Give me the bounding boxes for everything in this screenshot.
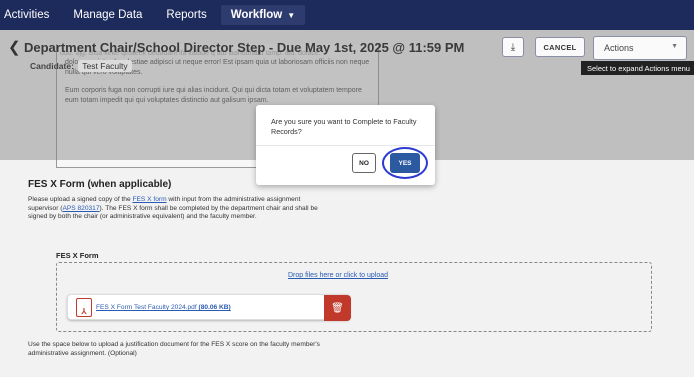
uploaded-file-link[interactable]: FES X Form Test Faculty 2024.pdf (80.06 … xyxy=(96,304,231,311)
section-title: FES X Form (when applicable) xyxy=(28,179,172,190)
download-button[interactable]: ⤓ xyxy=(502,37,524,57)
form-label: FES X Form xyxy=(56,251,99,260)
nav-workflow[interactable]: Workflow ▼ xyxy=(220,5,306,25)
aps-link[interactable]: APS 820317 xyxy=(62,205,99,212)
file-name: FES X Form Test Faculty 2024.pdf xyxy=(96,304,199,311)
nav-manage-data[interactable]: Manage Data xyxy=(61,0,154,30)
actions-dropdown[interactable]: Actions ▼ xyxy=(593,36,687,60)
candidate-name: Test Faculty xyxy=(78,60,132,72)
uploaded-file-card: ⅄ FES X Form Test Faculty 2024.pdf (80.0… xyxy=(67,294,351,321)
candidate-row: Candidate: Test Faculty xyxy=(30,60,132,72)
justification-description: Use the space below to upload a justific… xyxy=(28,341,320,357)
back-chevron-icon[interactable]: ❮ xyxy=(8,38,21,56)
page-title: Department Chair/School Director Step - … xyxy=(24,40,465,55)
nav-activities[interactable]: Activities xyxy=(0,0,61,30)
cancel-button[interactable]: CANCEL xyxy=(535,37,585,57)
fes-x-form-link[interactable]: FES X form xyxy=(132,196,166,203)
confirm-message: Are you sure you want to Complete to Fac… xyxy=(271,117,417,136)
drop-upload-link[interactable]: Drop files here or click to upload xyxy=(288,272,388,279)
actions-label: Actions xyxy=(604,43,634,53)
page-content: dolor eveniet vel molestiae adipisci ut … xyxy=(0,30,694,377)
delete-file-button[interactable]: 🗑 xyxy=(324,295,351,321)
dialog-divider xyxy=(256,145,435,146)
trash-icon: 🗑 xyxy=(331,302,344,314)
candidate-label: Candidate: xyxy=(30,61,74,71)
nav-workflow-label: Workflow xyxy=(230,9,283,21)
pdf-file-icon: ⅄ xyxy=(76,298,92,317)
top-navigation: Activities Manage Data Reports Workflow … xyxy=(0,0,694,30)
yes-button[interactable]: YES xyxy=(390,153,420,173)
nav-reports[interactable]: Reports xyxy=(154,0,218,30)
desc-text: Please upload a signed copy of the xyxy=(28,196,133,203)
section-description: Please upload a signed copy of the FES X… xyxy=(28,196,318,222)
chevron-down-icon: ▼ xyxy=(671,43,678,50)
caret-down-icon: ▼ xyxy=(287,10,296,20)
download-icon: ⤓ xyxy=(510,41,516,53)
file-size: (80.06 KB) xyxy=(198,304,231,311)
confirm-dialog: Are you sure you want to Complete to Fac… xyxy=(256,105,435,185)
no-button[interactable]: NO xyxy=(352,153,376,173)
actions-tooltip: Select to expand Actions menu xyxy=(581,61,694,75)
